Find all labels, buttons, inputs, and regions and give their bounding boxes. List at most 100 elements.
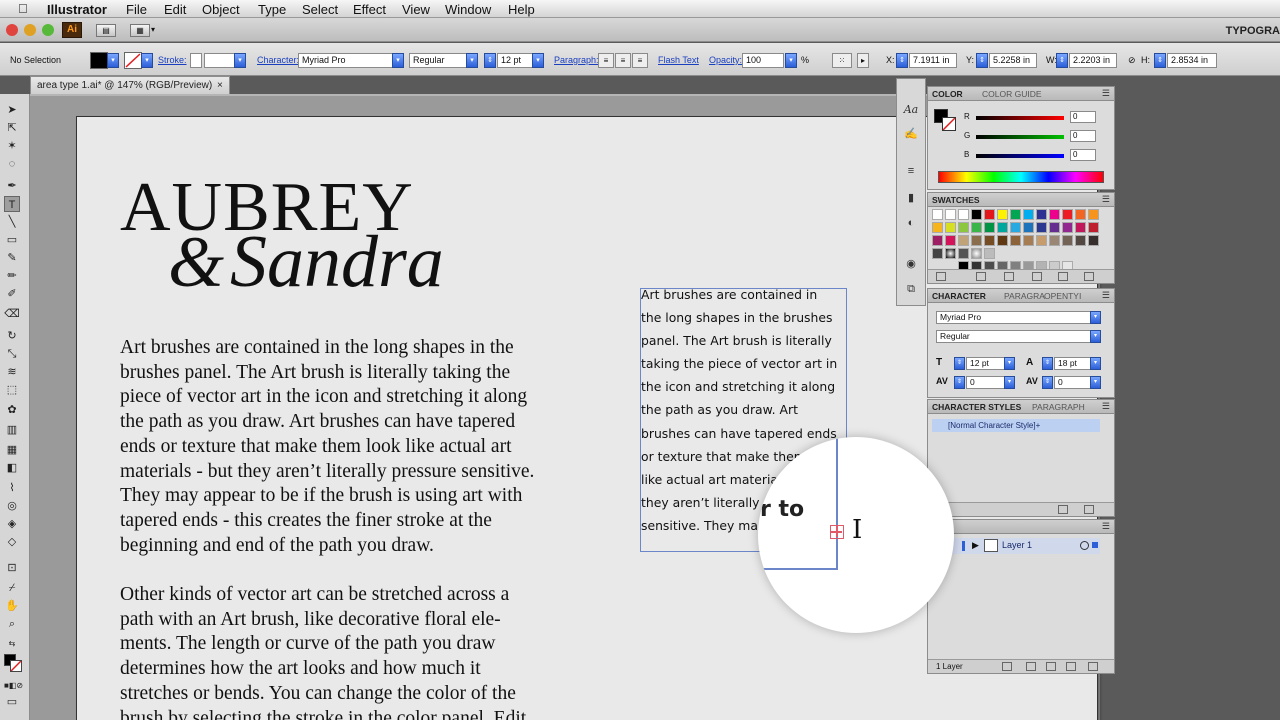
- menu-view[interactable]: View: [402, 2, 430, 17]
- pen-tool-icon[interactable]: ✒: [4, 178, 20, 194]
- menu-help[interactable]: Help: [508, 2, 535, 17]
- leading-dropdown-icon[interactable]: ▾: [1090, 357, 1101, 370]
- w-field[interactable]: 2.2203 in: [1069, 53, 1117, 68]
- blue-value[interactable]: 0: [1070, 149, 1096, 161]
- direct-selection-tool-icon[interactable]: ⇱: [4, 120, 20, 136]
- scale-tool-icon[interactable]: ⤡: [4, 346, 20, 362]
- tab-swatches[interactable]: SWATCHES: [932, 195, 980, 205]
- leading-stepper-icon[interactable]: ⇕: [1042, 357, 1053, 370]
- flash-text-link[interactable]: Flash Text: [658, 55, 699, 65]
- new-layer-icon[interactable]: [1066, 662, 1076, 671]
- layer-name[interactable]: Layer 1: [1002, 540, 1032, 550]
- h-stepper-icon[interactable]: ⇕: [1154, 53, 1166, 68]
- swatch[interactable]: [984, 209, 995, 220]
- gradient-panel-icon[interactable]: ▮: [902, 191, 920, 207]
- character-link[interactable]: Character:: [257, 55, 299, 65]
- delete-swatch-icon[interactable]: [1084, 272, 1094, 281]
- swatch[interactable]: [971, 235, 982, 246]
- transparency-panel-icon[interactable]: ◐: [902, 217, 920, 233]
- swatch[interactable]: [1023, 235, 1034, 246]
- tracking-stepper-icon[interactable]: ⇕: [1042, 376, 1053, 389]
- swatch[interactable]: [984, 248, 995, 259]
- arrange-dropdown-icon[interactable]: ▾: [151, 25, 155, 34]
- expand-layer-icon[interactable]: ▶: [972, 540, 979, 551]
- fill-color-swatch[interactable]: [90, 52, 108, 69]
- tab-color[interactable]: COLOR: [932, 89, 963, 99]
- align-left-icon[interactable]: ≡: [598, 53, 614, 68]
- fill-dropdown-icon[interactable]: ▾: [107, 53, 119, 68]
- x-field[interactable]: 7.1911 in: [909, 53, 957, 68]
- swatch[interactable]: [932, 248, 943, 259]
- blob-brush-tool-icon[interactable]: ✐: [4, 286, 20, 302]
- swatch[interactable]: [1036, 235, 1047, 246]
- eyedropper-tool-icon[interactable]: ⌇: [4, 480, 20, 496]
- swatch[interactable]: [1075, 222, 1086, 233]
- blue-slider[interactable]: [976, 154, 1064, 158]
- swatch[interactable]: [945, 235, 956, 246]
- normal-character-style-item[interactable]: [Normal Character Style]+: [932, 419, 1100, 432]
- h-field[interactable]: 2.8534 in: [1167, 53, 1217, 68]
- free-transform-tool-icon[interactable]: ⬚: [4, 382, 20, 398]
- panel-menu-icon[interactable]: ☰: [1102, 194, 1110, 205]
- slice-tool-icon[interactable]: ⌿: [4, 580, 20, 596]
- column-graph-tool-icon[interactable]: ▥: [4, 422, 20, 438]
- character-font-family-dropdown-icon[interactable]: ▾: [1090, 311, 1101, 324]
- panel-menu-icon[interactable]: ☰: [1102, 401, 1110, 412]
- symbol-sprayer-tool-icon[interactable]: ✿: [4, 402, 20, 418]
- close-window-icon[interactable]: [6, 24, 18, 36]
- selection-tool-icon[interactable]: ➤: [4, 102, 20, 118]
- swatch[interactable]: [997, 235, 1008, 246]
- menu-object[interactable]: Object: [202, 2, 240, 17]
- swatch[interactable]: [1023, 222, 1034, 233]
- menu-window[interactable]: Window: [445, 2, 491, 17]
- font-family-dropdown-icon[interactable]: ▾: [392, 53, 404, 68]
- close-document-icon[interactable]: ×: [217, 80, 223, 91]
- swatch-gradient[interactable]: [945, 248, 956, 259]
- swatch[interactable]: [1062, 209, 1073, 220]
- artboard-tool-icon[interactable]: ⊡: [4, 560, 20, 576]
- swatch[interactable]: [932, 235, 943, 246]
- opacity-link[interactable]: Opacity:: [709, 55, 742, 65]
- swatch[interactable]: [958, 222, 969, 233]
- pencil-tool-icon[interactable]: ✏: [4, 268, 20, 284]
- swatch[interactable]: [1036, 222, 1047, 233]
- swatch-registration[interactable]: [945, 209, 956, 220]
- swatch[interactable]: [1049, 222, 1060, 233]
- gradient-tool-icon[interactable]: ◧: [4, 460, 20, 476]
- title-ampersand[interactable]: &: [168, 222, 224, 302]
- tab-character[interactable]: CHARACTER: [932, 291, 986, 301]
- x-stepper-icon[interactable]: ⇕: [896, 53, 908, 68]
- swatch-libraries-icon[interactable]: [936, 272, 946, 281]
- font-style-dropdown-icon[interactable]: ▾: [466, 53, 478, 68]
- font-size-stepper-icon[interactable]: ⇕: [954, 357, 965, 370]
- character-font-style-dropdown-icon[interactable]: ▾: [1090, 330, 1101, 343]
- new-swatch-icon[interactable]: [1058, 272, 1068, 281]
- reference-point-icon[interactable]: ⁙: [832, 53, 852, 68]
- swap-fill-stroke-icon[interactable]: ⇆: [4, 636, 20, 652]
- lasso-tool-icon[interactable]: ◌: [4, 156, 20, 172]
- menu-file[interactable]: File: [126, 2, 147, 17]
- menu-effect[interactable]: Effect: [353, 2, 386, 17]
- overset-text-handle-icon[interactable]: [830, 525, 844, 539]
- eraser-tool-icon[interactable]: ⌫: [4, 306, 20, 322]
- stroke-color-box[interactable]: [942, 117, 956, 131]
- font-style-field[interactable]: Regular: [409, 53, 471, 68]
- swatch[interactable]: [1023, 209, 1034, 220]
- swatch[interactable]: [997, 222, 1008, 233]
- character-font-family-field[interactable]: Myriad Pro: [936, 311, 1096, 324]
- swatch[interactable]: [945, 222, 956, 233]
- kerning-field[interactable]: 0: [966, 376, 1008, 389]
- align-right-icon[interactable]: ≡: [632, 53, 648, 68]
- font-size-stepper-icon[interactable]: ⇕: [484, 53, 496, 68]
- blend-tool-icon[interactable]: ◎: [4, 498, 20, 514]
- swatch[interactable]: [971, 209, 982, 220]
- stroke-weight-input[interactable]: [204, 53, 238, 68]
- mesh-tool-icon[interactable]: ▦: [4, 442, 20, 458]
- stroke-weight-dropdown-icon[interactable]: ▾: [234, 53, 246, 68]
- arrange-documents-icon[interactable]: ▦: [130, 24, 150, 37]
- screen-mode-icon[interactable]: ▭: [4, 694, 20, 710]
- transform-panel-icon[interactable]: ▸: [857, 53, 869, 68]
- swatch[interactable]: [1062, 222, 1073, 233]
- live-paint-tool-icon[interactable]: ◈: [4, 516, 20, 532]
- color-mode-icons[interactable]: ■◧⊘: [4, 678, 23, 694]
